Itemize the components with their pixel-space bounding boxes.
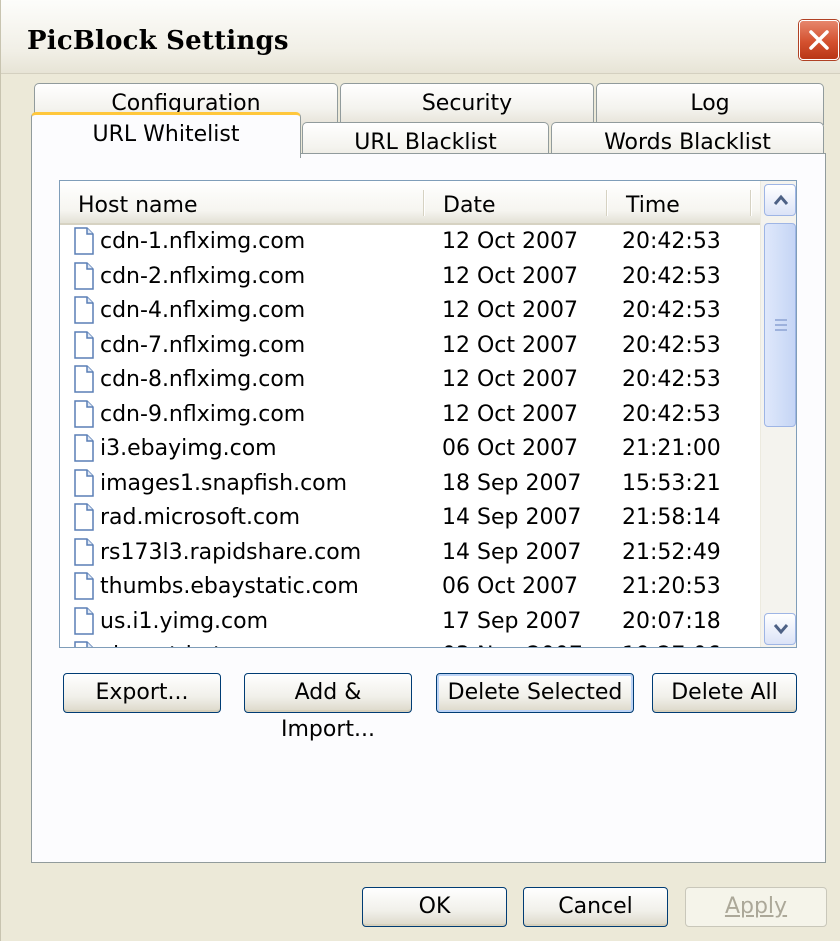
time-cell: 20:42:53 [622,298,721,323]
list-item[interactable]: thumbs.ebaystatic.com 06 Oct 2007 21:20:53 [60,570,760,605]
date-cell: 12 Oct 2007 [442,332,579,358]
host-name: i3.ebayimg.com [100,436,277,461]
tab-url-whitelist[interactable]: URL Whitelist [31,112,301,158]
settings-window: PicBlock Settings Configuration Security… [0,0,840,941]
time-cell: 21:21:00 [622,436,721,461]
list-item[interactable]: images1.snapfish.com 18 Sep 2007 15:53:21 [60,467,760,502]
host-name: cdn-1.nflximg.com [100,229,306,254]
list-header: Host name Date Time [60,181,760,225]
tab-log[interactable]: Log [596,83,824,125]
close-button[interactable] [799,20,839,60]
list-item[interactable]: cdn-9.nflximg.com 12 Oct 2007 20:42:53 [60,398,760,433]
date-cell: 14 Sep 2007 [442,539,582,565]
tab-security[interactable]: Security [340,83,594,125]
list-item[interactable]: rad.microsoft.com 14 Sep 2007 21:58:14 [60,501,760,536]
scroll-thumb[interactable] [764,223,796,427]
apply-button[interactable]: Apply [685,887,827,927]
file-icon [74,572,94,606]
date-cell: 03 Nov 2007 [442,643,583,647]
time-cell: 20:42:53 [622,332,721,358]
time-cell: 15:53:21 [622,470,721,496]
file-icon [74,330,94,365]
list-item[interactable]: cdn-2.nflximg.com 12 Oct 2007 20:42:53 [60,260,760,295]
column-date[interactable]: Date [425,181,607,223]
time-cell: 20:42:53 [622,263,721,289]
time-cell: 21:52:49 [622,539,721,565]
list-item[interactable]: i3.ebayimg.com 06 Oct 2007 21:21:00 [60,432,760,467]
list-item[interactable]: rs173l3.rapidshare.com 14 Sep 2007 21:52:4… [60,536,760,571]
date-cell: 14 Sep 2007 [442,505,582,530]
time-cell: 20:07:18 [622,608,721,634]
column-time[interactable]: Time [608,181,758,223]
whitelist-list[interactable]: Host name Date Time cdn-1.nflximg.com 12 … [59,180,797,648]
host-name: cdn-4.nflximg.com [100,298,306,323]
list-item[interactable]: view.atdmt.com 03 Nov 2007 19:27:06 [60,639,760,647]
title-bar[interactable]: PicBlock Settings [1,0,840,74]
list-item[interactable]: cdn-7.nflximg.com 12 Oct 2007 20:42:53 [60,329,760,364]
file-icon [74,434,94,468]
file-icon [74,468,94,503]
list-item[interactable]: us.i1.yimg.com 17 Sep 2007 20:07:18 [60,605,760,640]
file-icon [74,365,94,399]
host-name: rs173l3.rapidshare.com [100,539,362,565]
time-cell: 20:42:53 [622,229,721,254]
host-name: images1.snapfish.com [100,470,348,496]
date-cell: 12 Oct 2007 [442,263,579,289]
file-icon [74,296,94,330]
cancel-button[interactable]: Cancel [523,887,668,927]
vertical-scrollbar[interactable] [760,181,796,647]
host-name: cdn-2.nflximg.com [100,263,306,289]
window-title: PicBlock Settings [27,26,289,56]
date-cell: 12 Oct 2007 [442,229,579,254]
date-cell: 12 Oct 2007 [442,298,579,323]
date-cell: 17 Sep 2007 [442,608,582,634]
time-cell: 21:58:14 [622,505,721,530]
file-icon [74,537,94,572]
apply-label: Apply [724,894,788,919]
file-icon [74,261,94,296]
chevron-down-icon [773,624,789,635]
file-icon [74,641,94,647]
date-cell: 12 Oct 2007 [442,401,579,427]
host-name: view.atdmt.com [100,643,276,647]
host-name: cdn-8.nflximg.com [100,367,306,392]
scroll-up-button[interactable] [764,184,796,216]
scroll-down-button[interactable] [764,613,796,645]
file-icon [74,227,94,261]
file-icon [74,503,94,537]
host-name: cdn-9.nflximg.com [100,401,306,427]
time-cell: 21:20:53 [622,574,721,599]
time-cell: 20:42:53 [622,401,721,427]
close-icon [809,30,829,50]
date-cell: 06 Oct 2007 [442,574,579,599]
host-name: rad.microsoft.com [100,505,301,530]
add-import-button[interactable]: Add & Import... [244,673,412,742]
column-host-name[interactable]: Host name [60,181,425,223]
list-item[interactable]: cdn-8.nflximg.com 12 Oct 2007 20:42:53 [60,363,760,398]
list-item[interactable]: cdn-1.nflximg.com 12 Oct 2007 20:42:53 [60,225,760,260]
chevron-up-icon [773,194,789,205]
date-cell: 18 Sep 2007 [442,470,582,496]
file-icon [74,399,94,434]
list-item[interactable]: cdn-4.nflximg.com 12 Oct 2007 20:42:53 [60,294,760,329]
export-button[interactable]: Export... [63,673,221,713]
delete-selected-button[interactable]: Delete Selected [436,673,634,713]
host-name: us.i1.yimg.com [100,608,269,634]
ok-button[interactable]: OK [362,887,507,927]
host-name: cdn-7.nflximg.com [100,332,306,358]
date-cell: 12 Oct 2007 [442,367,579,392]
file-icon [74,606,94,641]
time-cell: 20:42:53 [622,367,721,392]
list-rows: cdn-1.nflximg.com 12 Oct 2007 20:42:53 cdn-… [60,225,760,647]
host-name: thumbs.ebaystatic.com [100,574,359,599]
time-cell: 19:27:06 [622,643,721,647]
date-cell: 06 Oct 2007 [442,436,579,461]
delete-all-button[interactable]: Delete All [652,673,797,713]
